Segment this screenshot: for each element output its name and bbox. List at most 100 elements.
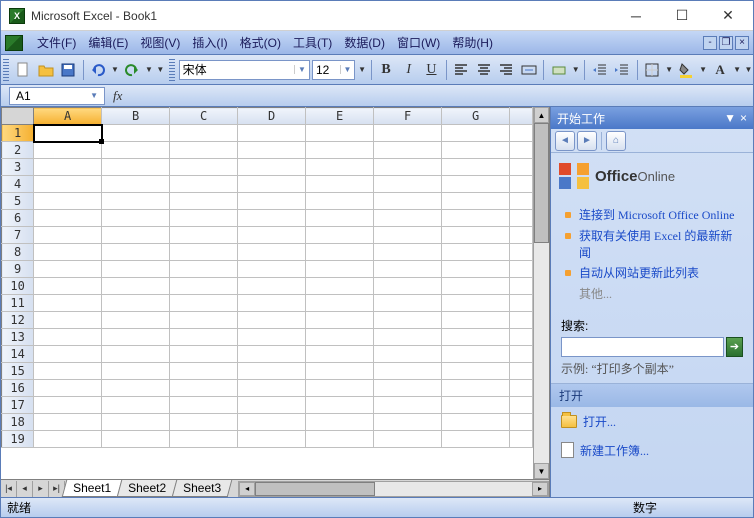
cell[interactable] (34, 397, 102, 414)
cell[interactable] (238, 346, 306, 363)
row-header[interactable]: 1 (2, 125, 34, 142)
cell[interactable] (306, 278, 374, 295)
fill-dropdown[interactable]: ▼ (698, 65, 707, 74)
align-left-button[interactable] (451, 59, 472, 81)
column-header[interactable]: D (238, 108, 306, 125)
cell[interactable] (102, 295, 170, 312)
new-workbook-row[interactable]: 新建工作簿... (551, 436, 753, 465)
borders-button[interactable] (642, 59, 663, 81)
cell[interactable] (374, 142, 442, 159)
toolbar-options-1[interactable]: ▼ (156, 65, 165, 74)
column-header[interactable]: E (306, 108, 374, 125)
cell[interactable] (442, 363, 510, 380)
cell[interactable] (34, 278, 102, 295)
cell[interactable] (374, 295, 442, 312)
toolbar-options-2[interactable]: ▼ (744, 65, 753, 74)
cell[interactable] (170, 210, 238, 227)
link-connect[interactable]: 连接到 Microsoft Office Online (579, 207, 734, 224)
size-dropdown[interactable]: ▼ (357, 65, 366, 74)
cell[interactable] (170, 261, 238, 278)
menu-edit[interactable]: 编辑(E) (82, 32, 134, 53)
cell[interactable] (306, 244, 374, 261)
doc-control-icon[interactable] (5, 35, 23, 51)
cell[interactable] (34, 142, 102, 159)
cell[interactable] (34, 431, 102, 448)
menu-file[interactable]: 文件(F) (31, 32, 82, 53)
menu-tools[interactable]: 工具(T) (287, 32, 338, 53)
cell[interactable] (306, 414, 374, 431)
tab-first-button[interactable]: |◂ (1, 481, 17, 497)
doc-close-button[interactable]: × (735, 36, 749, 50)
cell[interactable] (238, 431, 306, 448)
cell[interactable] (306, 176, 374, 193)
toolbar-grip-icon[interactable] (3, 59, 9, 81)
cell[interactable] (374, 261, 442, 278)
cell[interactable] (374, 159, 442, 176)
cell[interactable] (442, 312, 510, 329)
column-header[interactable]: G (442, 108, 510, 125)
cell[interactable] (442, 227, 510, 244)
underline-button[interactable]: U (421, 59, 442, 81)
cell[interactable] (442, 346, 510, 363)
cell[interactable] (442, 193, 510, 210)
search-input[interactable] (561, 337, 724, 357)
cell[interactable] (442, 159, 510, 176)
cell[interactable] (34, 295, 102, 312)
cell[interactable] (238, 312, 306, 329)
cell[interactable] (170, 295, 238, 312)
scroll-thumb[interactable] (534, 123, 549, 243)
cell[interactable] (238, 380, 306, 397)
minimize-button[interactable]: ─ (613, 2, 659, 30)
cell[interactable] (374, 346, 442, 363)
doc-minimize-button[interactable]: - (703, 36, 717, 50)
cell[interactable] (34, 227, 102, 244)
horizontal-scrollbar[interactable]: ◂ ▸ (238, 481, 549, 497)
row-header[interactable]: 13 (2, 329, 34, 346)
row-header[interactable]: 17 (2, 397, 34, 414)
cell[interactable] (306, 312, 374, 329)
cell[interactable] (102, 193, 170, 210)
scroll-thumb[interactable] (255, 482, 375, 496)
cell[interactable] (374, 193, 442, 210)
cell[interactable] (102, 244, 170, 261)
row-header[interactable]: 11 (2, 295, 34, 312)
cell[interactable] (238, 278, 306, 295)
cell[interactable] (442, 278, 510, 295)
row-header[interactable]: 2 (2, 142, 34, 159)
spreadsheet-grid[interactable]: ABCDEFG12345678910111213141516171819 (1, 107, 533, 479)
row-header[interactable]: 6 (2, 210, 34, 227)
cell[interactable] (442, 380, 510, 397)
cell[interactable] (170, 312, 238, 329)
sheet-tab-1[interactable]: Sheet1 (62, 480, 123, 497)
cell[interactable] (34, 414, 102, 431)
row-header[interactable]: 7 (2, 227, 34, 244)
cell[interactable] (442, 244, 510, 261)
row-header[interactable]: 16 (2, 380, 34, 397)
sheet-tab-2[interactable]: Sheet2 (117, 480, 178, 497)
bold-button[interactable]: B (376, 59, 397, 81)
fill-color-button[interactable] (676, 59, 697, 81)
scroll-right-icon[interactable]: ▸ (532, 482, 548, 496)
sheet-tab-3[interactable]: Sheet3 (172, 480, 233, 497)
cell[interactable] (306, 227, 374, 244)
undo-button[interactable] (88, 59, 109, 81)
cell[interactable] (102, 397, 170, 414)
row-header[interactable]: 8 (2, 244, 34, 261)
open-button[interactable] (35, 59, 56, 81)
cell[interactable] (238, 414, 306, 431)
borders-dropdown[interactable]: ▼ (664, 65, 673, 74)
cell[interactable] (238, 261, 306, 278)
taskpane-menu-button[interactable]: ▼ (724, 111, 736, 125)
row-header[interactable]: 3 (2, 159, 34, 176)
cell[interactable] (238, 159, 306, 176)
select-all-cell[interactable] (2, 108, 34, 125)
cell[interactable] (170, 227, 238, 244)
cell[interactable] (442, 414, 510, 431)
italic-button[interactable]: I (398, 59, 419, 81)
redo-button[interactable] (122, 59, 143, 81)
cell[interactable] (238, 329, 306, 346)
cell[interactable] (170, 244, 238, 261)
menu-insert[interactable]: 插入(I) (186, 32, 233, 53)
cell[interactable] (34, 210, 102, 227)
cell[interactable] (306, 363, 374, 380)
